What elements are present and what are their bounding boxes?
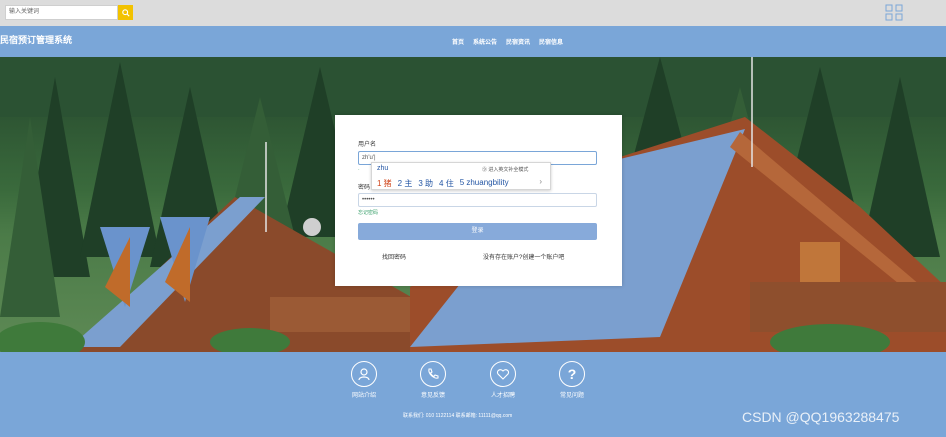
footer-item-about[interactable]: 网站介绍	[334, 361, 394, 399]
top-bar: 输入关键词	[0, 0, 946, 26]
site-title: 民宿预订管理系统	[0, 35, 73, 45]
nav-item-home[interactable]: 首页	[452, 37, 464, 46]
retrieve-password-link[interactable]: 找回密码	[382, 252, 406, 261]
footer-item-careers[interactable]: 人才招聘	[473, 361, 533, 399]
question-icon: ?	[559, 361, 585, 387]
nav-item-news[interactable]: 民宿资讯	[506, 37, 530, 46]
ime-candidate[interactable]: 1 猪	[377, 178, 392, 189]
ime-composition: zhu	[377, 165, 389, 172]
grid-menu-icon[interactable]	[885, 4, 905, 22]
ime-candidate[interactable]: 3 助	[418, 178, 433, 189]
username-hint: ·	[358, 167, 360, 173]
phone-icon	[420, 361, 446, 387]
watermark: CSDN @QQ1963288475	[742, 409, 900, 425]
ime-candidate[interactable]: 5 zhuangbility	[460, 178, 509, 189]
search-input[interactable]: 输入关键词	[5, 5, 118, 20]
footer-item-label: 人才招聘	[490, 393, 515, 399]
main-nav: 首页 系统公告 民宿资讯 民宿信息	[452, 37, 563, 46]
ime-candidates: 1 猪 2 主 3 助 4 住 5 zhuangbility	[377, 178, 509, 189]
ime-hint: ⑨ 进入英文补全模式	[482, 167, 529, 173]
heart-icon	[490, 361, 516, 387]
footer-item-faq[interactable]: ? 常见问题	[542, 361, 602, 399]
login-form: 用户名 zh'u'| · 密码 •••••• 忘记密码 登录 找回密码 没有存在…	[335, 115, 622, 286]
password-input[interactable]: ••••••	[358, 193, 597, 207]
user-icon	[351, 361, 377, 387]
search-icon	[121, 8, 130, 17]
password-label: 密码	[358, 185, 371, 191]
footer-item-feedback[interactable]: 意见反馈	[403, 361, 463, 399]
contact-info: 联系我们: 010 1122114 联系邮箱: 11111@qq.com	[403, 413, 513, 419]
nav-bar: 民宿预订管理系统 首页 系统公告 民宿资讯 民宿信息	[0, 26, 946, 57]
ime-next-page-icon[interactable]: ›	[539, 177, 542, 186]
nav-item-homestays[interactable]: 民宿信息	[539, 37, 563, 46]
ime-candidate-popup: zhu ⑨ 进入英文补全模式 1 猪 2 主 3 助 4 住 5 zhuangb…	[371, 162, 551, 190]
search-button[interactable]	[118, 5, 133, 20]
footer-item-label: 常见问题	[559, 393, 584, 399]
username-label: 用户名	[358, 142, 377, 148]
forgot-password-link[interactable]: 忘记密码	[358, 209, 378, 216]
ime-candidate[interactable]: 4 住	[439, 178, 454, 189]
ime-candidate[interactable]: 2 主	[398, 178, 413, 189]
login-button[interactable]: 登录	[358, 223, 597, 240]
nav-item-announcements[interactable]: 系统公告	[473, 37, 497, 46]
footer-item-label: 网站介绍	[351, 393, 376, 399]
footer-item-label: 意见反馈	[420, 393, 445, 399]
register-link[interactable]: 没有存在账户?创建一个账户吧	[483, 252, 564, 261]
